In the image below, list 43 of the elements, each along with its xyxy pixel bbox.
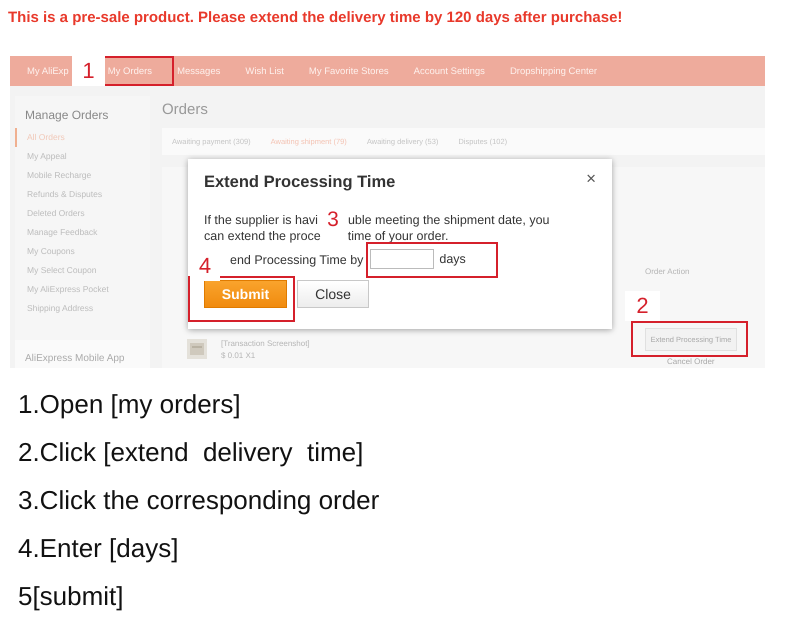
product-price: $ 0.01 X1 [221,351,256,360]
sidebar-item[interactable]: My Select Coupon [15,261,150,280]
dialog-text: uble meeting the shipment date, you [348,213,550,227]
page-title: Orders [162,100,209,120]
step-text: 5[submit] [18,580,124,613]
presale-notice: This is a pre-sale product. Please extend the delivery time by 120 days after purchase! [7,8,624,28]
sidebar-item[interactable]: Manage Feedback [15,223,150,242]
step-number: 2 [625,291,660,321]
nav-link[interactable]: My Favorite Stores [308,66,389,76]
cancel-link[interactable]: Cancel Order [667,357,715,366]
nav-link[interactable]: Account Settings [414,66,485,76]
app-title: AliExpress Mobile App [25,353,124,364]
dialog-title: Extend Processing Time [204,173,396,192]
sidebar-item[interactable]: Mobile Recharge [15,166,150,185]
nav-link[interactable]: Messages [177,66,220,76]
close-dialog-button[interactable]: Close [297,280,369,308]
step-text: 3.Click the corresponding order [18,484,380,517]
sidebar-item[interactable]: Deleted Orders [15,204,150,223]
close-button[interactable]: × [586,170,596,187]
submit-button[interactable]: Submit [204,280,287,308]
days-input[interactable] [370,249,434,269]
step-text: 1.Open [my orders] [18,388,242,421]
step-text: 4.Enter [days] [18,532,180,565]
dialog-text: end Processing Time by [230,253,364,267]
sidebar-item[interactable]: My AliExpress Pocket [15,280,150,299]
step-number: 1 [72,56,105,86]
sidebar-item[interactable]: Refunds & Disputes [15,185,150,204]
dialog-text: can extend the proce [204,229,321,243]
sidebar-title: Manage Orders [24,107,110,124]
sidebar-item[interactable]: All Orders [15,128,150,147]
step-text: 2.Click [extend delivery time] [18,436,364,469]
sidebar-item[interactable]: My Coupons [15,242,150,261]
product-name: [Transaction Screenshot] [221,339,310,348]
dialog-text: If the supplier is havi [204,213,318,227]
nav-link[interactable]: Wish List [245,66,284,76]
nav-link[interactable]: Dropshipping Center [510,66,598,76]
nav-link[interactable]: My Orders [108,66,152,76]
nav-link[interactable]: My AliExp [27,66,69,76]
column-header: Order Action [645,267,690,276]
dialog-text: days [439,252,466,266]
dialog-text: time of your order. [348,229,448,243]
sidebar-item[interactable]: Shipping Address [15,299,150,318]
sidebar-item[interactable]: My Appeal [15,147,150,166]
